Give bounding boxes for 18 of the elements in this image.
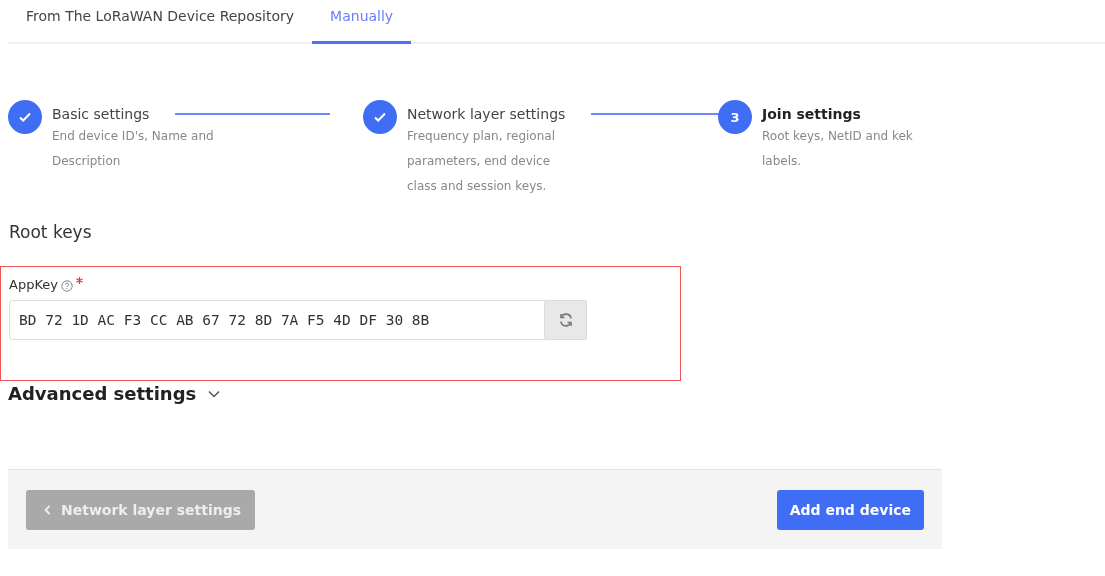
step-title: Join settings bbox=[762, 106, 861, 122]
chevron-left-icon bbox=[44, 504, 51, 515]
appkey-input[interactable]: BD 72 1D AC F3 CC AB 67 72 8D 7A F5 4D DF 30 8B bbox=[9, 300, 545, 340]
step-title: Basic settings bbox=[52, 106, 150, 122]
advanced-settings-toggle[interactable]: Advanced settings bbox=[8, 383, 221, 404]
tab[interactable]: Manually bbox=[312, 0, 412, 44]
add-end-device-button[interactable]: Add end device bbox=[776, 489, 924, 530]
refresh-button[interactable] bbox=[545, 300, 587, 340]
section-title: Root keys bbox=[9, 222, 93, 242]
tab[interactable]: From The LoRaWAN Device Repository bbox=[8, 0, 313, 44]
step-number: 3 bbox=[718, 100, 752, 134]
step-description: Root keys, NetID and kek labels. bbox=[762, 128, 914, 170]
step-description: End device ID's, Name and Description bbox=[52, 128, 215, 170]
step-title: Network layer settings bbox=[407, 106, 566, 122]
field-label: AppKey bbox=[9, 277, 58, 292]
help-icon[interactable] bbox=[60, 280, 73, 292]
refresh-icon bbox=[557, 312, 574, 328]
step-description: Frequency plan, regional parameters, end device class and session keys. bbox=[407, 128, 556, 195]
